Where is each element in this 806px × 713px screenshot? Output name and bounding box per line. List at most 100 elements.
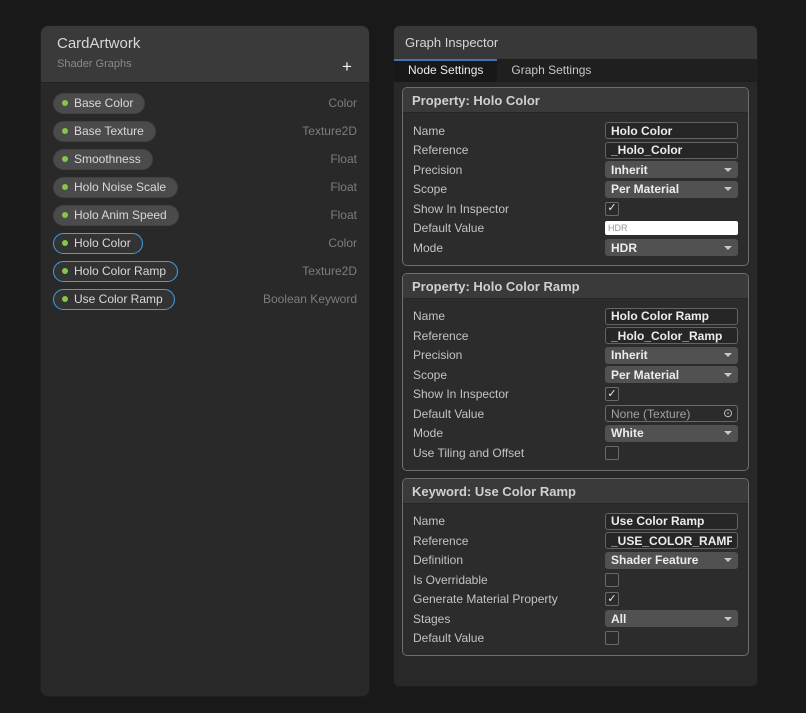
section-title: Keyword: Use Color Ramp (412, 484, 576, 499)
row-label: Reference (413, 534, 605, 548)
name-input[interactable] (605, 122, 738, 139)
add-property-button[interactable]: + (337, 57, 357, 77)
object-picker-icon[interactable]: ⊙ (721, 406, 737, 421)
is-overridable-checkbox[interactable] (605, 573, 619, 587)
settings-row: Definition Shader Feature (413, 551, 738, 571)
settings-row: Name (413, 307, 738, 327)
settings-row: Use Tiling and Offset (413, 443, 738, 463)
section-header: Property: Holo Color Ramp (403, 274, 748, 299)
default-value-object-field[interactable]: None (Texture)⊙ (605, 405, 738, 422)
settings-row: Default ValueHDR (413, 219, 738, 239)
blackboard-row: Holo Noise ScaleFloat (41, 173, 369, 201)
row-label: Reference (413, 143, 605, 157)
row-control (605, 532, 738, 549)
row-control: Inherit (605, 347, 738, 364)
settings-row: Default Value (413, 629, 738, 649)
tab-graph-settings[interactable]: Graph Settings (497, 59, 605, 82)
precision-dropdown[interactable]: Inherit (605, 161, 738, 178)
property-pill-holo-color-ramp[interactable]: Holo Color Ramp (53, 261, 178, 282)
row-label: Show In Inspector (413, 202, 605, 216)
property-type-label: Boolean Keyword (263, 292, 357, 306)
row-control (605, 122, 738, 139)
precision-dropdown[interactable]: Inherit (605, 347, 738, 364)
reference-input[interactable] (605, 142, 738, 159)
row-control: Per Material (605, 181, 738, 198)
property-pill-holo-color[interactable]: Holo Color (53, 233, 143, 254)
definition-dropdown[interactable]: Shader Feature (605, 552, 738, 569)
blackboard-title: CardArtwork (57, 35, 353, 52)
default-value-checkbox[interactable] (605, 631, 619, 645)
default-value-color-swatch[interactable]: HDR (605, 221, 738, 235)
property-pill-label: Holo Noise Scale (74, 180, 166, 194)
property-pill-holo-anim-speed[interactable]: Holo Anim Speed (53, 205, 179, 226)
chevron-down-icon (724, 558, 732, 562)
section-body: NameReferenceDefinitionShader FeatureIs … (403, 504, 748, 656)
property-pill-base-color[interactable]: Base Color (53, 93, 145, 114)
dropdown-value: Inherit (611, 163, 648, 177)
show-in-inspector-checkbox[interactable]: ✓ (605, 387, 619, 401)
row-label: Default Value (413, 407, 605, 421)
name-input[interactable] (605, 308, 738, 325)
row-control (605, 142, 738, 159)
property-pill-holo-noise-scale[interactable]: Holo Noise Scale (53, 177, 178, 198)
row-control: White (605, 425, 738, 442)
chevron-down-icon (724, 373, 732, 377)
graph-canvas[interactable]: { "colors": { "selection_blue": "#3ea0e5… (0, 0, 806, 713)
graph-inspector-header[interactable]: Graph Inspector (394, 26, 757, 59)
row-label: Reference (413, 329, 605, 343)
row-control: HDR (605, 221, 738, 235)
section-header: Keyword: Use Color Ramp (403, 479, 748, 504)
property-pill-label: Holo Anim Speed (74, 208, 167, 222)
blackboard-panel: CardArtwork Shader Graphs + Base Color Co… (40, 25, 370, 697)
property-pill-base-texture[interactable]: Base Texture (53, 121, 156, 142)
dropdown-value: Per Material (611, 182, 679, 196)
property-pill-label: Base Color (74, 96, 133, 110)
settings-row: Default ValueNone (Texture)⊙ (413, 404, 738, 424)
property-dot-icon (62, 212, 68, 218)
checkmark-icon: ✓ (607, 594, 616, 605)
row-label: Definition (413, 553, 605, 567)
generate-material-property-checkbox[interactable]: ✓ (605, 592, 619, 606)
name-input[interactable] (605, 513, 738, 530)
dropdown-value: Inherit (611, 348, 648, 362)
tab-node-settings[interactable]: Node Settings (394, 59, 497, 82)
property-pill-label: Base Texture (74, 124, 144, 138)
property-dot-icon (62, 184, 68, 190)
blackboard-item-list: Base Color Color Base Texture Texture2D Smoo… (41, 83, 369, 313)
checkmark-icon: ✓ (607, 389, 616, 400)
property-type-label: Color (328, 96, 357, 110)
row-control: ✓ (605, 202, 738, 216)
reference-input[interactable] (605, 327, 738, 344)
property-pill-use-color-ramp[interactable]: Use Color Ramp (53, 289, 175, 310)
settings-row: Name (413, 512, 738, 532)
chevron-down-icon (724, 246, 732, 250)
scope-dropdown[interactable]: Per Material (605, 366, 738, 383)
dropdown-value: Shader Feature (611, 553, 698, 567)
blackboard-row: SmoothnessFloat (41, 145, 369, 173)
property-type-label: Texture2D (302, 124, 357, 138)
row-control: Inherit (605, 161, 738, 178)
property-type-label: Color (328, 236, 357, 250)
mode-dropdown[interactable]: White (605, 425, 738, 442)
chevron-down-icon (724, 431, 732, 435)
row-control: All (605, 610, 738, 627)
stages-dropdown[interactable]: All (605, 610, 738, 627)
chevron-down-icon (724, 353, 732, 357)
property-dot-icon (62, 156, 68, 162)
mode-dropdown[interactable]: HDR (605, 239, 738, 256)
show-in-inspector-checkbox[interactable]: ✓ (605, 202, 619, 216)
reference-input[interactable] (605, 532, 738, 549)
scope-dropdown[interactable]: Per Material (605, 181, 738, 198)
dropdown-value: HDR (611, 241, 637, 255)
property-dot-icon (62, 240, 68, 246)
settings-row: PrecisionInherit (413, 160, 738, 180)
settings-row: PrecisionInherit (413, 346, 738, 366)
section-body: NameReferencePrecisionInheritScopePer Ma… (403, 299, 748, 470)
use-tiling-and-offset-checkbox[interactable] (605, 446, 619, 460)
blackboard-header[interactable]: CardArtwork Shader Graphs + (41, 26, 369, 83)
blackboard-row: Use Color Ramp Boolean Keyword (41, 285, 369, 313)
property-pill-smoothness[interactable]: Smoothness (53, 149, 153, 170)
property-pill-label: Smoothness (74, 152, 141, 166)
row-control (605, 446, 738, 460)
row-control: Per Material (605, 366, 738, 383)
